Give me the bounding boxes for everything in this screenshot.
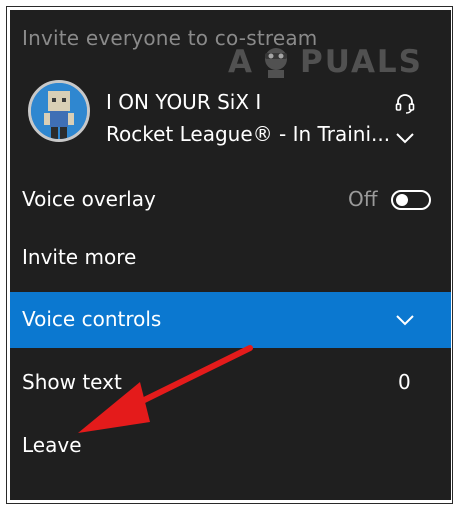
party-panel: Invite everyone to co-stream A PUALS I O… (10, 10, 451, 500)
voice-overlay-state: Off (348, 187, 378, 211)
voice-controls-label: Voice controls (22, 307, 162, 331)
voice-overlay-toggle[interactable] (391, 190, 431, 210)
appuals-watermark: A PUALS (228, 44, 424, 80)
watermark-mascot-icon (265, 48, 287, 78)
chevron-down-icon[interactable] (394, 130, 416, 146)
voice-overlay-label: Voice overlay (22, 187, 156, 211)
toggle-knob (396, 194, 408, 206)
avatar[interactable] (28, 80, 90, 142)
show-text-count: 0 (398, 370, 411, 394)
leave-label: Leave (22, 433, 82, 457)
headset-icon[interactable] (394, 92, 416, 114)
user-activity: Rocket League® - In Traini... (106, 122, 391, 146)
chevron-down-icon[interactable] (394, 313, 416, 327)
avatar-figure-icon (31, 83, 87, 139)
show-text-item[interactable]: Show text 0 (10, 355, 451, 411)
user-gamertag: I ON YOUR SiX I (106, 90, 262, 114)
show-text-label: Show text (22, 370, 122, 394)
leave-item[interactable]: Leave (10, 418, 451, 474)
voice-controls-item[interactable]: Voice controls (10, 292, 451, 348)
invite-more-item[interactable]: Invite more (10, 230, 451, 286)
voice-overlay-row[interactable]: Voice overlay Off (10, 172, 451, 228)
invite-more-label: Invite more (22, 245, 137, 269)
